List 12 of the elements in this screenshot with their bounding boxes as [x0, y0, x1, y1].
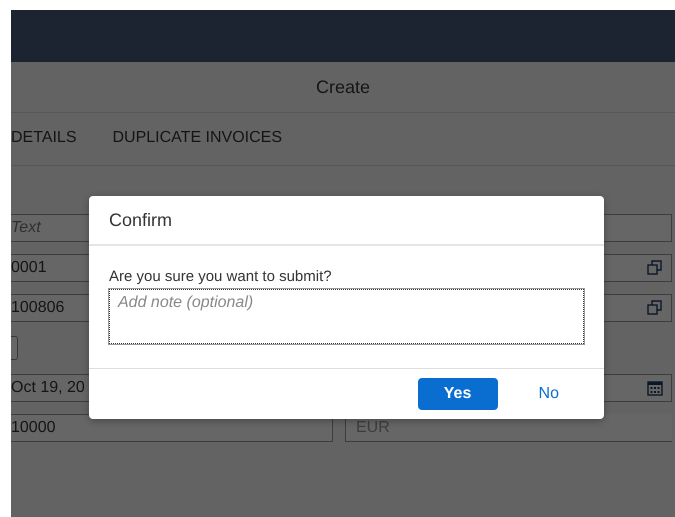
cancel-button[interactable]: No [516, 378, 582, 410]
checkbox[interactable] [11, 336, 18, 360]
copy-icon[interactable] [647, 260, 663, 276]
dialog-message: Are you sure you want to submit? [109, 268, 333, 285]
tab[interactable]: DUPLICATE INVOICES [112, 122, 282, 156]
tab[interactable]: DETAILS [11, 122, 76, 156]
note-field[interactable]: Add note (optional) [109, 289, 584, 344]
copy-icon[interactable] [647, 300, 663, 316]
dialog-title: Confirm [109, 210, 172, 230]
confirm-button[interactable]: Yes [418, 378, 498, 410]
page-title: Create [316, 76, 370, 98]
calendar-icon[interactable] [647, 380, 663, 396]
